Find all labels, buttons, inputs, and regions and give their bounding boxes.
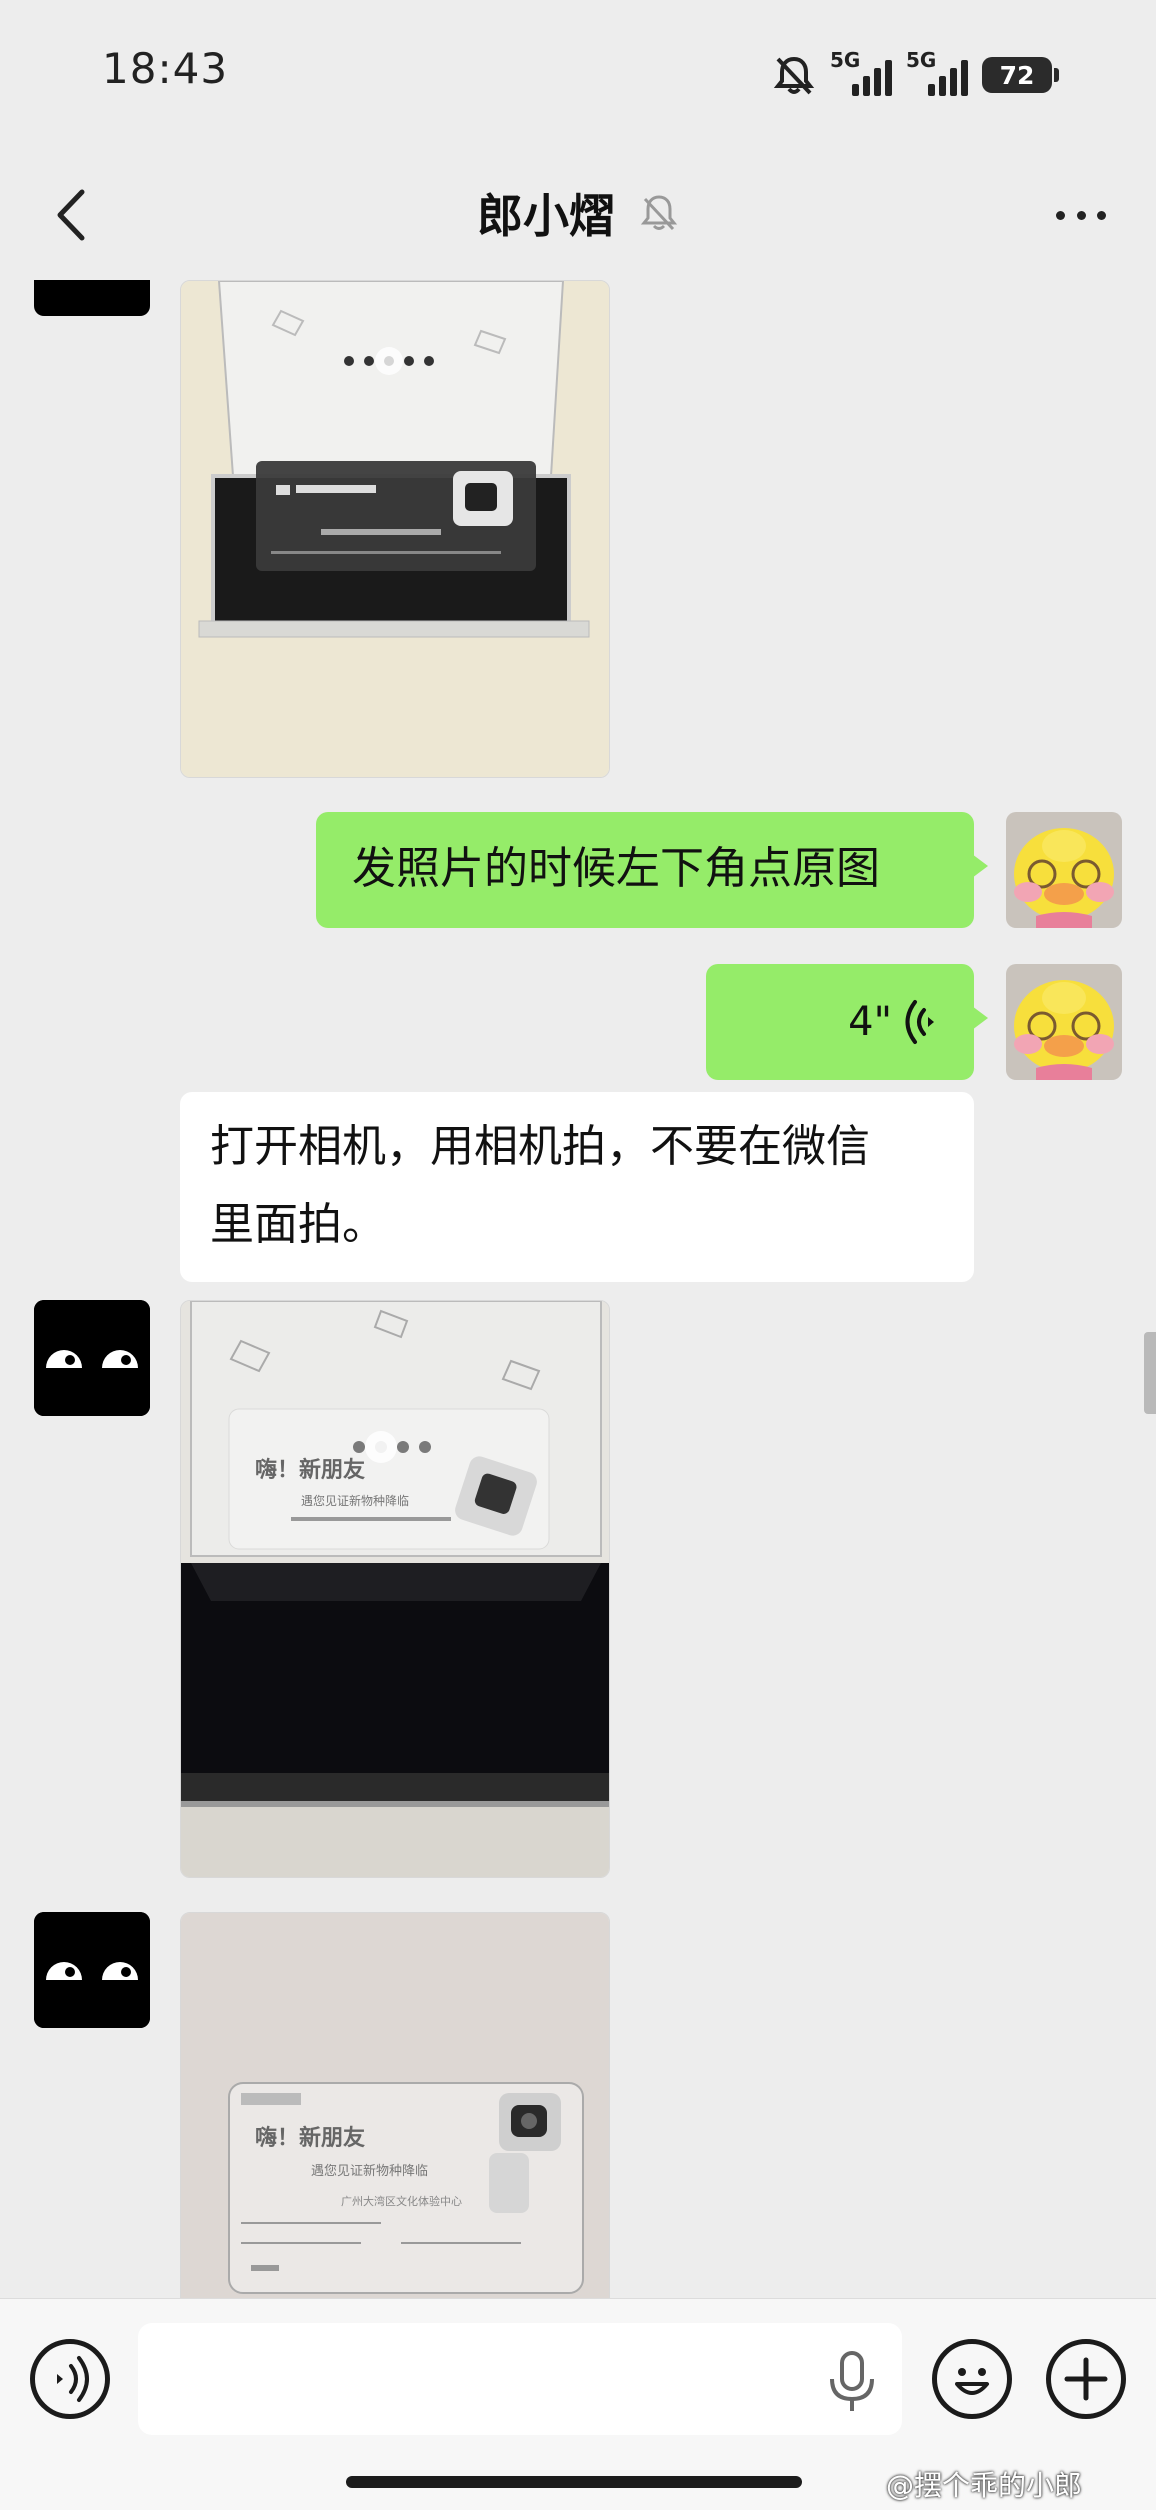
more-dots-icon bbox=[1056, 210, 1065, 220]
more-dots-icon bbox=[1097, 210, 1106, 220]
emoji-button[interactable] bbox=[932, 2339, 1012, 2419]
contact-avatar[interactable] bbox=[34, 280, 150, 316]
image-message[interactable] bbox=[180, 280, 610, 778]
photo-card-subheading: 遇您见证新物种降临 bbox=[301, 1493, 409, 1508]
duck-avatar-image bbox=[1006, 812, 1122, 928]
battery-icon: 72 bbox=[982, 57, 1059, 93]
message-input[interactable] bbox=[138, 2323, 902, 2435]
contact-avatar[interactable] bbox=[34, 1300, 150, 1416]
incoming-text-message[interactable]: 打开相机，用相机拍，不要在微信 里面拍。 bbox=[180, 1092, 974, 1282]
photo-acrylic-box-open bbox=[181, 281, 609, 777]
photo-card-footer: 广州大湾区文化体验中心 bbox=[341, 2194, 462, 2208]
status-icons: 5G 5G 72 bbox=[772, 48, 1059, 100]
eyes-avatar-image bbox=[34, 1912, 150, 2028]
photo-card-heading: 嗨！新朋友 bbox=[255, 2125, 365, 2151]
outgoing-voice-message[interactable]: 4" bbox=[706, 964, 988, 1080]
battery-level: 72 bbox=[999, 60, 1035, 90]
more-button[interactable] bbox=[1046, 180, 1116, 250]
my-avatar[interactable] bbox=[1006, 964, 1122, 1080]
home-indicator[interactable] bbox=[346, 2476, 802, 2488]
status-bar: 18:43 5G 5G 72 bbox=[0, 0, 1156, 150]
photo-acrylic-card-flat: 嗨！新朋友 遇您见证新物种降临 广州大湾区文化体验中心 bbox=[181, 1913, 609, 2298]
voice-toggle-button[interactable] bbox=[30, 2339, 110, 2419]
signal-bars-icon bbox=[928, 60, 968, 96]
scrollbar[interactable] bbox=[1144, 1332, 1156, 1414]
voice-duration: 4" bbox=[848, 999, 892, 1045]
signal-5g-2: 5G bbox=[906, 48, 968, 100]
contact-avatar[interactable] bbox=[34, 1912, 150, 2028]
emoji-icon bbox=[955, 2368, 989, 2395]
chat-title: 郎小熠 bbox=[477, 189, 615, 243]
message-text: 发照片的时候左下角点原图 bbox=[352, 843, 880, 894]
chat-messages[interactable]: 发照片的时候左下角点原图 4" 打开相机，用相机拍，不要在微信 里面拍。 嗨！新… bbox=[0, 280, 1156, 2298]
status-time: 18:43 bbox=[102, 44, 229, 93]
message-text-line: 打开相机，用相机拍，不要在微信 bbox=[210, 1121, 870, 1172]
bell-off-icon bbox=[640, 195, 678, 231]
mic-button[interactable] bbox=[824, 2349, 880, 2413]
signal-bars-icon bbox=[852, 60, 892, 96]
photo-card-heading: 嗨！新朋友 bbox=[255, 1457, 365, 1483]
message-text-line: 里面拍。 bbox=[210, 1199, 386, 1250]
outgoing-text-message[interactable]: 发照片的时候左下角点原图 bbox=[316, 812, 988, 928]
duck-avatar-image bbox=[1006, 964, 1122, 1080]
voice-wave-icon bbox=[905, 1000, 934, 1044]
image-message[interactable]: 嗨！新朋友 遇您见证新物种降临 广州大湾区文化体验中心 bbox=[180, 1912, 610, 2298]
photo-acrylic-card-in-box: 嗨！新朋友 遇您见证新物种降临 bbox=[181, 1301, 609, 1877]
chat-header: 郎小熠 bbox=[0, 150, 1156, 280]
photo-card-subheading: 遇您见证新物种降临 bbox=[311, 2163, 428, 2179]
title-wrap: 郎小熠 bbox=[0, 178, 1156, 248]
voice-icon bbox=[57, 2356, 89, 2402]
bell-off-status-icon bbox=[773, 56, 815, 95]
mic-icon bbox=[830, 2351, 874, 2411]
image-message[interactable]: 嗨！新朋友 遇您见证新物种降临 bbox=[180, 1300, 610, 1878]
eyes-avatar-image bbox=[34, 1300, 150, 1416]
signal-5g-1: 5G bbox=[830, 48, 892, 100]
plus-icon bbox=[1064, 2357, 1108, 2401]
watermark: @摆个乖的小郎 bbox=[886, 2469, 1083, 2502]
my-avatar[interactable] bbox=[1006, 812, 1122, 928]
add-button[interactable] bbox=[1046, 2339, 1126, 2419]
more-dots-icon bbox=[1076, 210, 1086, 220]
